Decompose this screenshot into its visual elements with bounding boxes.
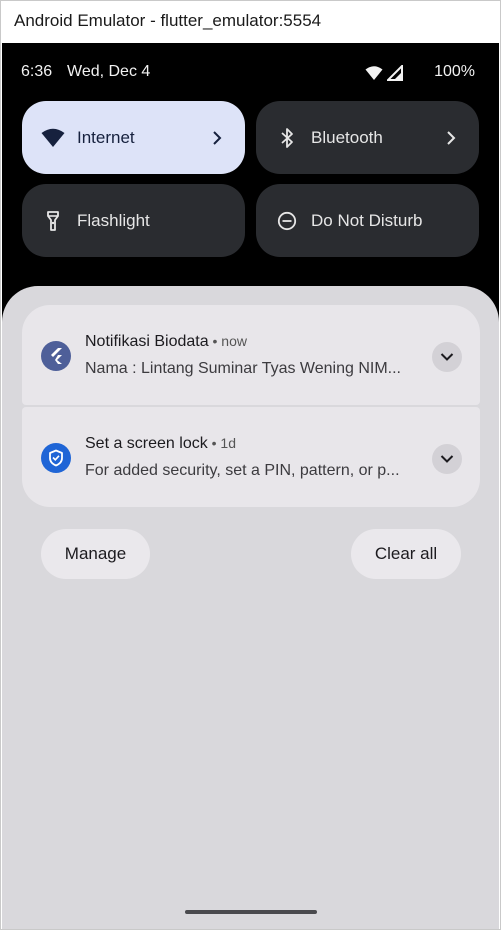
notification-time: • 1d xyxy=(207,435,236,451)
tile-do-not-disturb-label: Do Not Disturb xyxy=(311,211,423,230)
gesture-nav-handle[interactable] xyxy=(185,910,317,914)
manage-button[interactable]: Manage xyxy=(41,529,150,579)
notification-body: Nama : Lintang Suminar Tyas Wening NIM..… xyxy=(85,360,401,377)
flutter-icon xyxy=(41,341,71,371)
tile-bluetooth-label: Bluetooth xyxy=(311,128,383,147)
wifi-icon xyxy=(365,65,383,86)
notification-screen-lock[interactable]: Set a screen lock • 1d For added securit… xyxy=(22,407,480,507)
wifi-icon xyxy=(40,125,66,151)
notification-title-text: Set a screen lock xyxy=(85,435,208,452)
status-bar: 6:36 Wed, Dec 4 100% xyxy=(2,43,499,101)
notification-biodata[interactable]: Notifikasi Biodata • now Nama : Lintang … xyxy=(22,305,480,405)
tile-flashlight[interactable]: Flashlight xyxy=(22,184,245,257)
tile-internet[interactable]: Internet xyxy=(22,101,245,174)
tile-flashlight-label: Flashlight xyxy=(77,211,150,230)
notification-list: Notifikasi Biodata • now Nama : Lintang … xyxy=(22,305,480,507)
window-titlebar[interactable]: Android Emulator - flutter_emulator:5554 xyxy=(1,1,500,43)
chevron-right-icon xyxy=(209,126,225,150)
notification-time: • now xyxy=(208,333,248,349)
window-title: Android Emulator - flutter_emulator:5554 xyxy=(14,11,322,30)
status-date: Wed, Dec 4 xyxy=(67,63,151,80)
clear-all-button[interactable]: Clear all xyxy=(351,529,461,579)
notification-title: Set a screen lock • 1d xyxy=(85,435,236,453)
do-not-disturb-icon xyxy=(274,208,300,234)
status-battery: 100% xyxy=(434,63,475,80)
notification-body: For added security, set a PIN, pattern, … xyxy=(85,462,400,479)
expand-button[interactable] xyxy=(432,342,462,372)
signal-icon xyxy=(385,63,403,86)
shield-icon xyxy=(41,443,71,473)
notification-title-text: Notifikasi Biodata xyxy=(85,333,209,350)
expand-button[interactable] xyxy=(432,444,462,474)
status-time: 6:36 xyxy=(21,63,53,80)
chevron-down-icon xyxy=(440,353,454,361)
flashlight-icon xyxy=(40,208,66,234)
tile-do-not-disturb[interactable]: Do Not Disturb xyxy=(256,184,479,257)
status-icons xyxy=(365,63,403,86)
bluetooth-icon xyxy=(274,125,300,151)
tile-internet-label: Internet xyxy=(77,128,135,147)
chevron-down-icon xyxy=(440,455,454,463)
notification-title: Notifikasi Biodata • now xyxy=(85,333,247,351)
chevron-right-icon xyxy=(443,126,459,150)
emulator-window: Android Emulator - flutter_emulator:5554… xyxy=(0,0,501,930)
tile-bluetooth[interactable]: Bluetooth xyxy=(256,101,479,174)
device-screen: 6:36 Wed, Dec 4 100% Internet Bluetooth … xyxy=(2,43,499,929)
